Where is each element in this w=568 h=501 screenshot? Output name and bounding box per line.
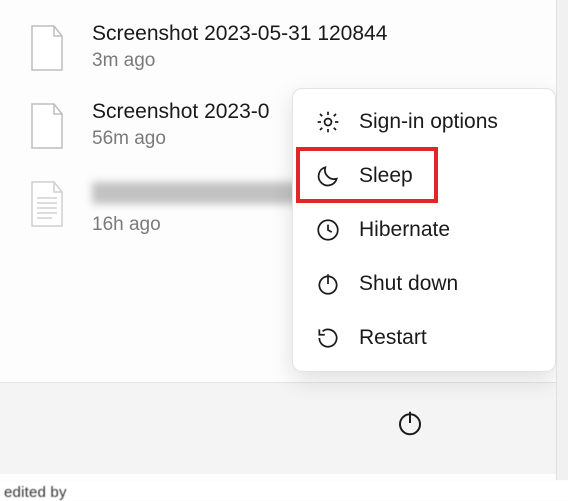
file-name-redacted <box>92 182 312 204</box>
file-name: Screenshot 2023-0 <box>92 100 269 124</box>
file-icon <box>28 102 66 150</box>
menu-item-sleep[interactable]: Sleep <box>297 149 551 203</box>
menu-item-sign-in-options[interactable]: Sign-in options <box>297 95 551 149</box>
text-file-icon <box>28 180 66 228</box>
file-icon <box>28 24 66 72</box>
moon-icon <box>315 163 341 189</box>
file-time: 56m ago <box>92 128 269 150</box>
menu-label: Shut down <box>359 272 458 296</box>
menu-label: Restart <box>359 326 427 350</box>
menu-label: Sleep <box>359 164 413 188</box>
file-item[interactable]: Screenshot 2023-05-31 120844 3m ago <box>0 8 568 86</box>
power-menu: Sign-in options Sleep Hibernate Shut dow… <box>292 88 556 372</box>
file-time: 3m ago <box>92 50 387 72</box>
menu-label: Sign-in options <box>359 110 498 134</box>
file-name: Screenshot 2023-05-31 120844 <box>92 22 387 46</box>
menu-item-shut-down[interactable]: Shut down <box>297 257 551 311</box>
menu-item-hibernate[interactable]: Hibernate <box>297 203 551 257</box>
menu-label: Hibernate <box>359 218 450 242</box>
gear-icon <box>315 109 341 135</box>
clock-icon <box>315 217 341 243</box>
power-icon <box>315 271 341 297</box>
taskbar-region <box>0 382 556 474</box>
cropped-footer-text: edited by <box>4 484 67 501</box>
restart-icon <box>315 325 341 351</box>
file-time: 16h ago <box>92 214 312 236</box>
bottom-edge: edited by <box>0 482 568 500</box>
menu-item-restart[interactable]: Restart <box>297 311 551 365</box>
power-button[interactable] <box>395 408 425 438</box>
vertical-scrollbar[interactable] <box>556 0 568 480</box>
